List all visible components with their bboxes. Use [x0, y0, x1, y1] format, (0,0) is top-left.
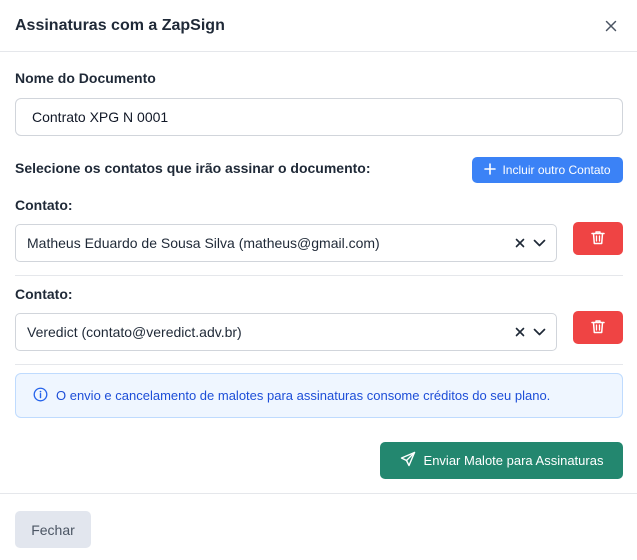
modal-title: Assinaturas com a ZapSign	[15, 16, 225, 34]
document-name-input[interactable]	[15, 98, 623, 136]
contact-label: Contato:	[15, 197, 73, 213]
plus-icon	[484, 162, 497, 178]
delete-contact-button[interactable]	[573, 222, 623, 255]
contact-select[interactable]: Veredict (contato@veredict.adv.br)	[15, 313, 557, 351]
close-icon[interactable]	[601, 16, 621, 36]
send-batch-button[interactable]: Enviar Malote para Assinaturas	[380, 442, 623, 479]
clear-icon[interactable]	[515, 238, 525, 248]
chevron-down-icon[interactable]	[533, 328, 546, 336]
contact-label: Contato:	[15, 286, 73, 302]
add-contact-button[interactable]: Incluir outro Contato	[472, 157, 623, 183]
zapsign-modal: Assinaturas com a ZapSign Nome do Docume…	[0, 0, 637, 560]
info-alert: O envio e cancelamento de malotes para a…	[15, 373, 623, 418]
contact-select-value: Matheus Eduardo de Sousa Silva (matheus@…	[27, 235, 380, 251]
contact-divider	[15, 364, 623, 365]
contact-divider	[15, 275, 623, 276]
delete-contact-button[interactable]	[573, 311, 623, 344]
close-button[interactable]: Fechar	[15, 511, 91, 548]
trash-icon	[591, 230, 605, 248]
clear-icon[interactable]	[515, 327, 525, 337]
info-circle-icon	[33, 387, 48, 405]
footer-divider	[0, 493, 637, 494]
trash-icon	[591, 319, 605, 337]
contact-select[interactable]: Matheus Eduardo de Sousa Silva (matheus@…	[15, 224, 557, 262]
send-icon	[400, 451, 416, 470]
send-label: Enviar Malote para Assinaturas	[423, 453, 604, 468]
document-name-label: Nome do Documento	[15, 70, 156, 86]
contacts-heading: Selecione os contatos que irão assinar o…	[15, 160, 371, 176]
modal-header: Assinaturas com a ZapSign	[0, 0, 637, 52]
info-text: O envio e cancelamento de malotes para a…	[56, 388, 551, 403]
chevron-down-icon[interactable]	[533, 239, 546, 247]
add-contact-label: Incluir outro Contato	[502, 163, 611, 177]
contact-select-value: Veredict (contato@veredict.adv.br)	[27, 324, 242, 340]
